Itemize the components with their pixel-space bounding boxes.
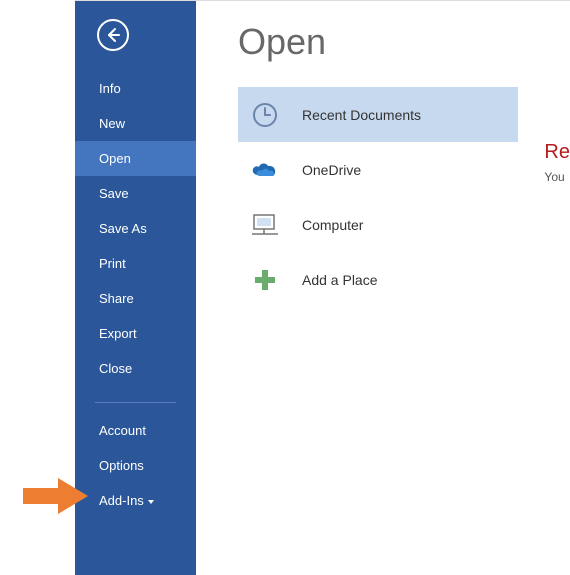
sidebar-item-label: New [99,116,125,131]
source-add-place[interactable]: Add a Place [238,252,518,307]
plus-icon [250,265,280,295]
sidebar-item-label: Share [99,291,134,306]
page-title: Open [238,21,570,63]
side-panel: Re You [544,141,570,184]
sidebar-item-new[interactable]: New [75,106,196,141]
sidebar-item-save-as[interactable]: Save As [75,211,196,246]
sidebar-item-label: Export [99,326,137,341]
back-arrow-icon [105,27,121,43]
sidebar-item-label: Open [99,151,131,166]
sidebar-item-label: Print [99,256,126,271]
annotation-arrow-icon [23,478,88,514]
sidebar-item-label: Close [99,361,132,376]
sidebar-item-close[interactable]: Close [75,351,196,386]
sidebar-item-share[interactable]: Share [75,281,196,316]
sidebar-item-addins[interactable]: Add-Ins [75,483,196,518]
sidebar-item-export[interactable]: Export [75,316,196,351]
source-label: Add a Place [302,272,378,288]
source-recent-documents[interactable]: Recent Documents [238,87,518,142]
sidebar-item-print[interactable]: Print [75,246,196,281]
main-panel: Open Recent Documents [196,1,570,574]
clock-icon [250,100,280,130]
source-list: Recent Documents OneDrive [238,87,518,307]
sidebar-item-account[interactable]: Account [75,413,196,448]
sidebar-item-open[interactable]: Open [75,141,196,176]
backstage-view: Info New Open Save Save As Print Share E… [75,0,570,574]
sidebar-item-options[interactable]: Options [75,448,196,483]
sidebar-divider [95,402,176,403]
sidebar-item-save[interactable]: Save [75,176,196,211]
onedrive-icon [250,155,280,185]
back-button[interactable] [97,19,129,51]
sidebar-item-label: Save [99,186,129,201]
sidebar-item-label: Add-Ins [99,493,144,508]
sidebar-item-label: Account [99,423,146,438]
sidebar: Info New Open Save Save As Print Share E… [75,1,196,575]
side-subtitle: You [544,170,570,184]
source-label: OneDrive [302,162,361,178]
sidebar-item-info[interactable]: Info [75,71,196,106]
source-onedrive[interactable]: OneDrive [238,142,518,197]
sidebar-item-label: Save As [99,221,147,236]
side-title: Re [544,141,570,164]
source-label: Recent Documents [302,107,421,123]
source-computer[interactable]: Computer [238,197,518,252]
computer-icon [250,210,280,240]
sidebar-item-label: Options [99,458,144,473]
source-label: Computer [302,217,363,233]
sidebar-item-label: Info [99,81,121,96]
